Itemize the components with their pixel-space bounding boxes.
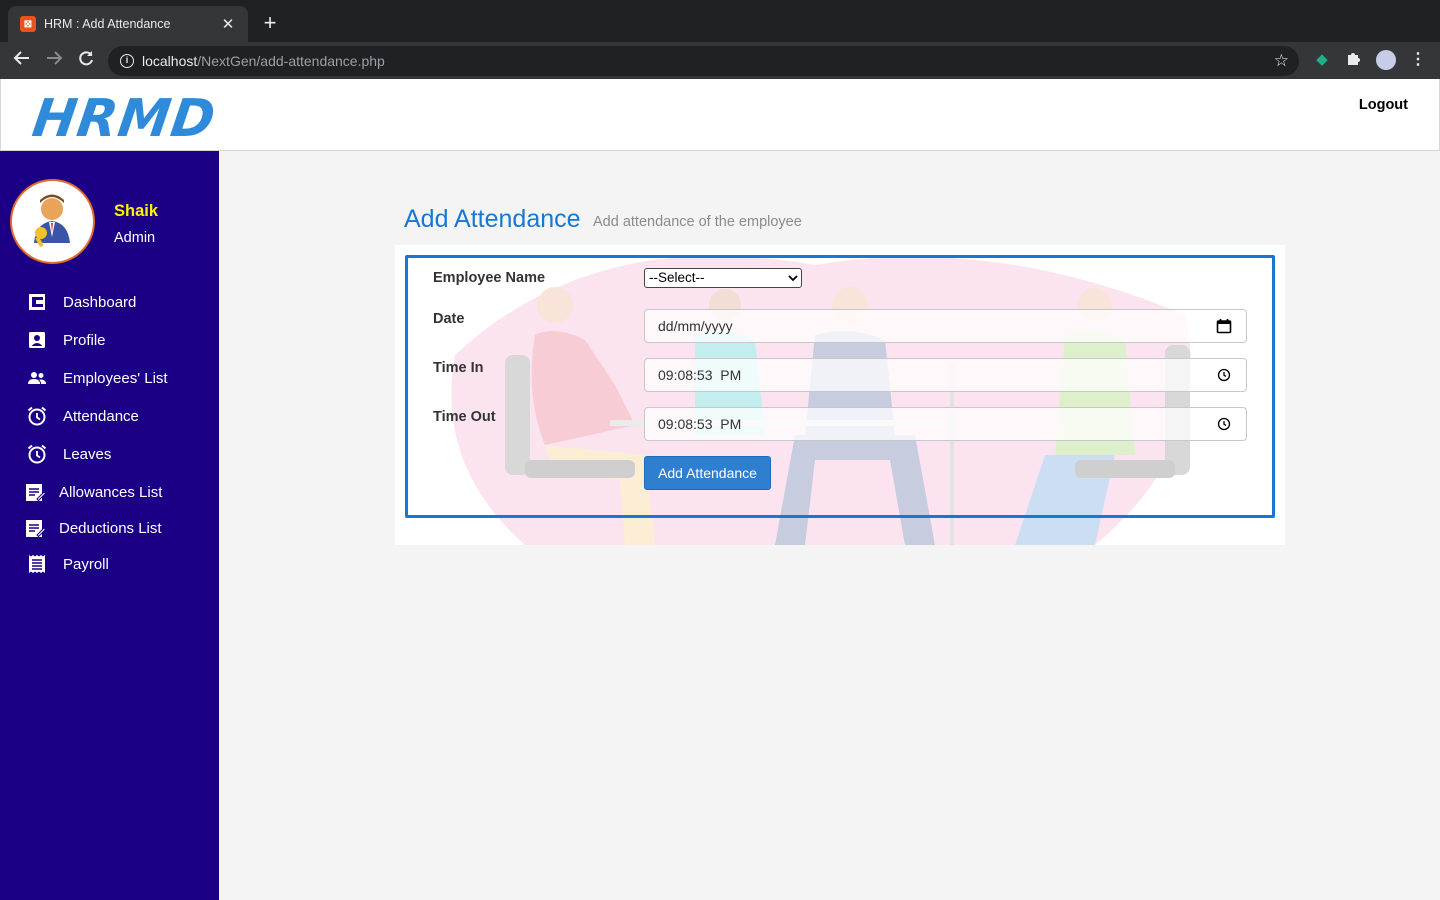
clock-icon[interactable] — [1216, 416, 1232, 432]
sidebar-item-label: Deductions List — [59, 519, 162, 537]
employee-select[interactable]: --Select-- — [644, 268, 802, 288]
sidebar-item-label: Dashboard — [63, 293, 137, 311]
dashboard-icon — [26, 291, 48, 313]
sidebar-item-dashboard[interactable]: Dashboard — [0, 287, 219, 317]
sidebar-item-profile[interactable]: Profile — [0, 325, 219, 355]
date-input[interactable]: dd/mm/yyyy — [644, 309, 1247, 343]
page-subtitle: Add attendance of the employee — [593, 214, 802, 230]
calendar-icon[interactable] — [1216, 318, 1232, 334]
receipt-icon — [26, 553, 48, 575]
logout-link[interactable]: Logout — [1359, 97, 1408, 113]
browser-tab-bar: ⊠ HRM : Add Attendance ✕ + — [0, 0, 1440, 42]
date-input-value: dd/mm/yyyy — [658, 318, 733, 334]
tab-title: HRM : Add Attendance — [44, 17, 171, 31]
forward-icon[interactable] — [41, 48, 67, 74]
page-title: Add Attendance — [404, 205, 581, 233]
sidebar-item-allowances[interactable]: Allowances List — [0, 477, 219, 507]
user-name: Shaik — [114, 202, 159, 220]
back-icon[interactable] — [9, 48, 35, 74]
new-tab-icon[interactable]: + — [258, 11, 282, 35]
sidebar-item-label: Employees' List — [63, 369, 168, 387]
sidebar-item-deductions[interactable]: Deductions List — [0, 513, 219, 543]
info-icon[interactable]: i — [120, 54, 134, 68]
app-header: HRMD Logout — [0, 79, 1440, 151]
note-icon — [24, 517, 46, 539]
alarm-icon — [26, 405, 48, 427]
url-path: /NextGen/add-attendance.php — [197, 53, 385, 69]
browser-tab[interactable]: ⊠ HRM : Add Attendance ✕ — [8, 6, 248, 42]
browser-toolbar: i localhost/NextGen/add-attendance.php ☆… — [0, 42, 1440, 79]
time-in-label: Time In — [433, 360, 484, 376]
time-out-value: 09:08:53 PM — [658, 416, 742, 432]
clock-icon[interactable] — [1216, 367, 1232, 383]
sidebar-item-payroll[interactable]: Payroll — [0, 549, 219, 579]
user-role: Admin — [114, 230, 156, 246]
sidebar-item-label: Allowances List — [59, 483, 163, 501]
sidebar-item-label: Attendance — [63, 407, 139, 425]
alarm-icon — [26, 443, 48, 465]
note-icon — [24, 481, 46, 503]
people-icon — [26, 367, 48, 389]
url-host: localhost — [142, 53, 198, 69]
time-out-label: Time Out — [433, 409, 496, 425]
close-tab-icon[interactable]: ✕ — [220, 15, 236, 33]
profile-icon — [26, 329, 48, 351]
sidebar-item-employees[interactable]: Employees' List — [0, 363, 219, 393]
avatar — [10, 179, 95, 264]
add-attendance-button[interactable]: Add Attendance — [644, 456, 771, 490]
reload-icon[interactable] — [73, 48, 99, 74]
extension-shield-icon[interactable]: ◆ — [1312, 50, 1332, 70]
employee-name-label: Employee Name — [433, 270, 546, 286]
hrmd-logo[interactable]: HRMD — [29, 89, 220, 149]
sidebar-item-attendance[interactable]: Attendance — [0, 401, 219, 431]
bookmark-star-icon[interactable]: ☆ — [1274, 51, 1289, 71]
extensions-puzzle-icon[interactable] — [1344, 50, 1364, 70]
time-in-input[interactable]: 09:08:53 PM — [644, 358, 1247, 392]
sidebar-item-leaves[interactable]: Leaves — [0, 439, 219, 469]
xampp-icon: ⊠ — [20, 16, 36, 32]
time-out-input[interactable]: 09:08:53 PM — [644, 407, 1247, 441]
sidebar-item-label: Profile — [63, 331, 106, 349]
time-in-value: 09:08:53 PM — [658, 367, 742, 383]
chevron-down-icon — [788, 275, 798, 282]
browser-menu-icon[interactable]: ⋮ — [1410, 50, 1426, 70]
address-bar[interactable]: i localhost/NextGen/add-attendance.php ☆ — [108, 46, 1299, 76]
sidebar-item-label: Payroll — [63, 555, 109, 573]
browser-profile-avatar[interactable] — [1376, 50, 1396, 70]
sidebar-item-label: Leaves — [63, 445, 112, 463]
employee-select-value: --Select-- — [649, 270, 705, 285]
date-label: Date — [433, 311, 465, 327]
sidebar: Shaik Admin Dashboard Profile Employees'… — [0, 151, 219, 900]
